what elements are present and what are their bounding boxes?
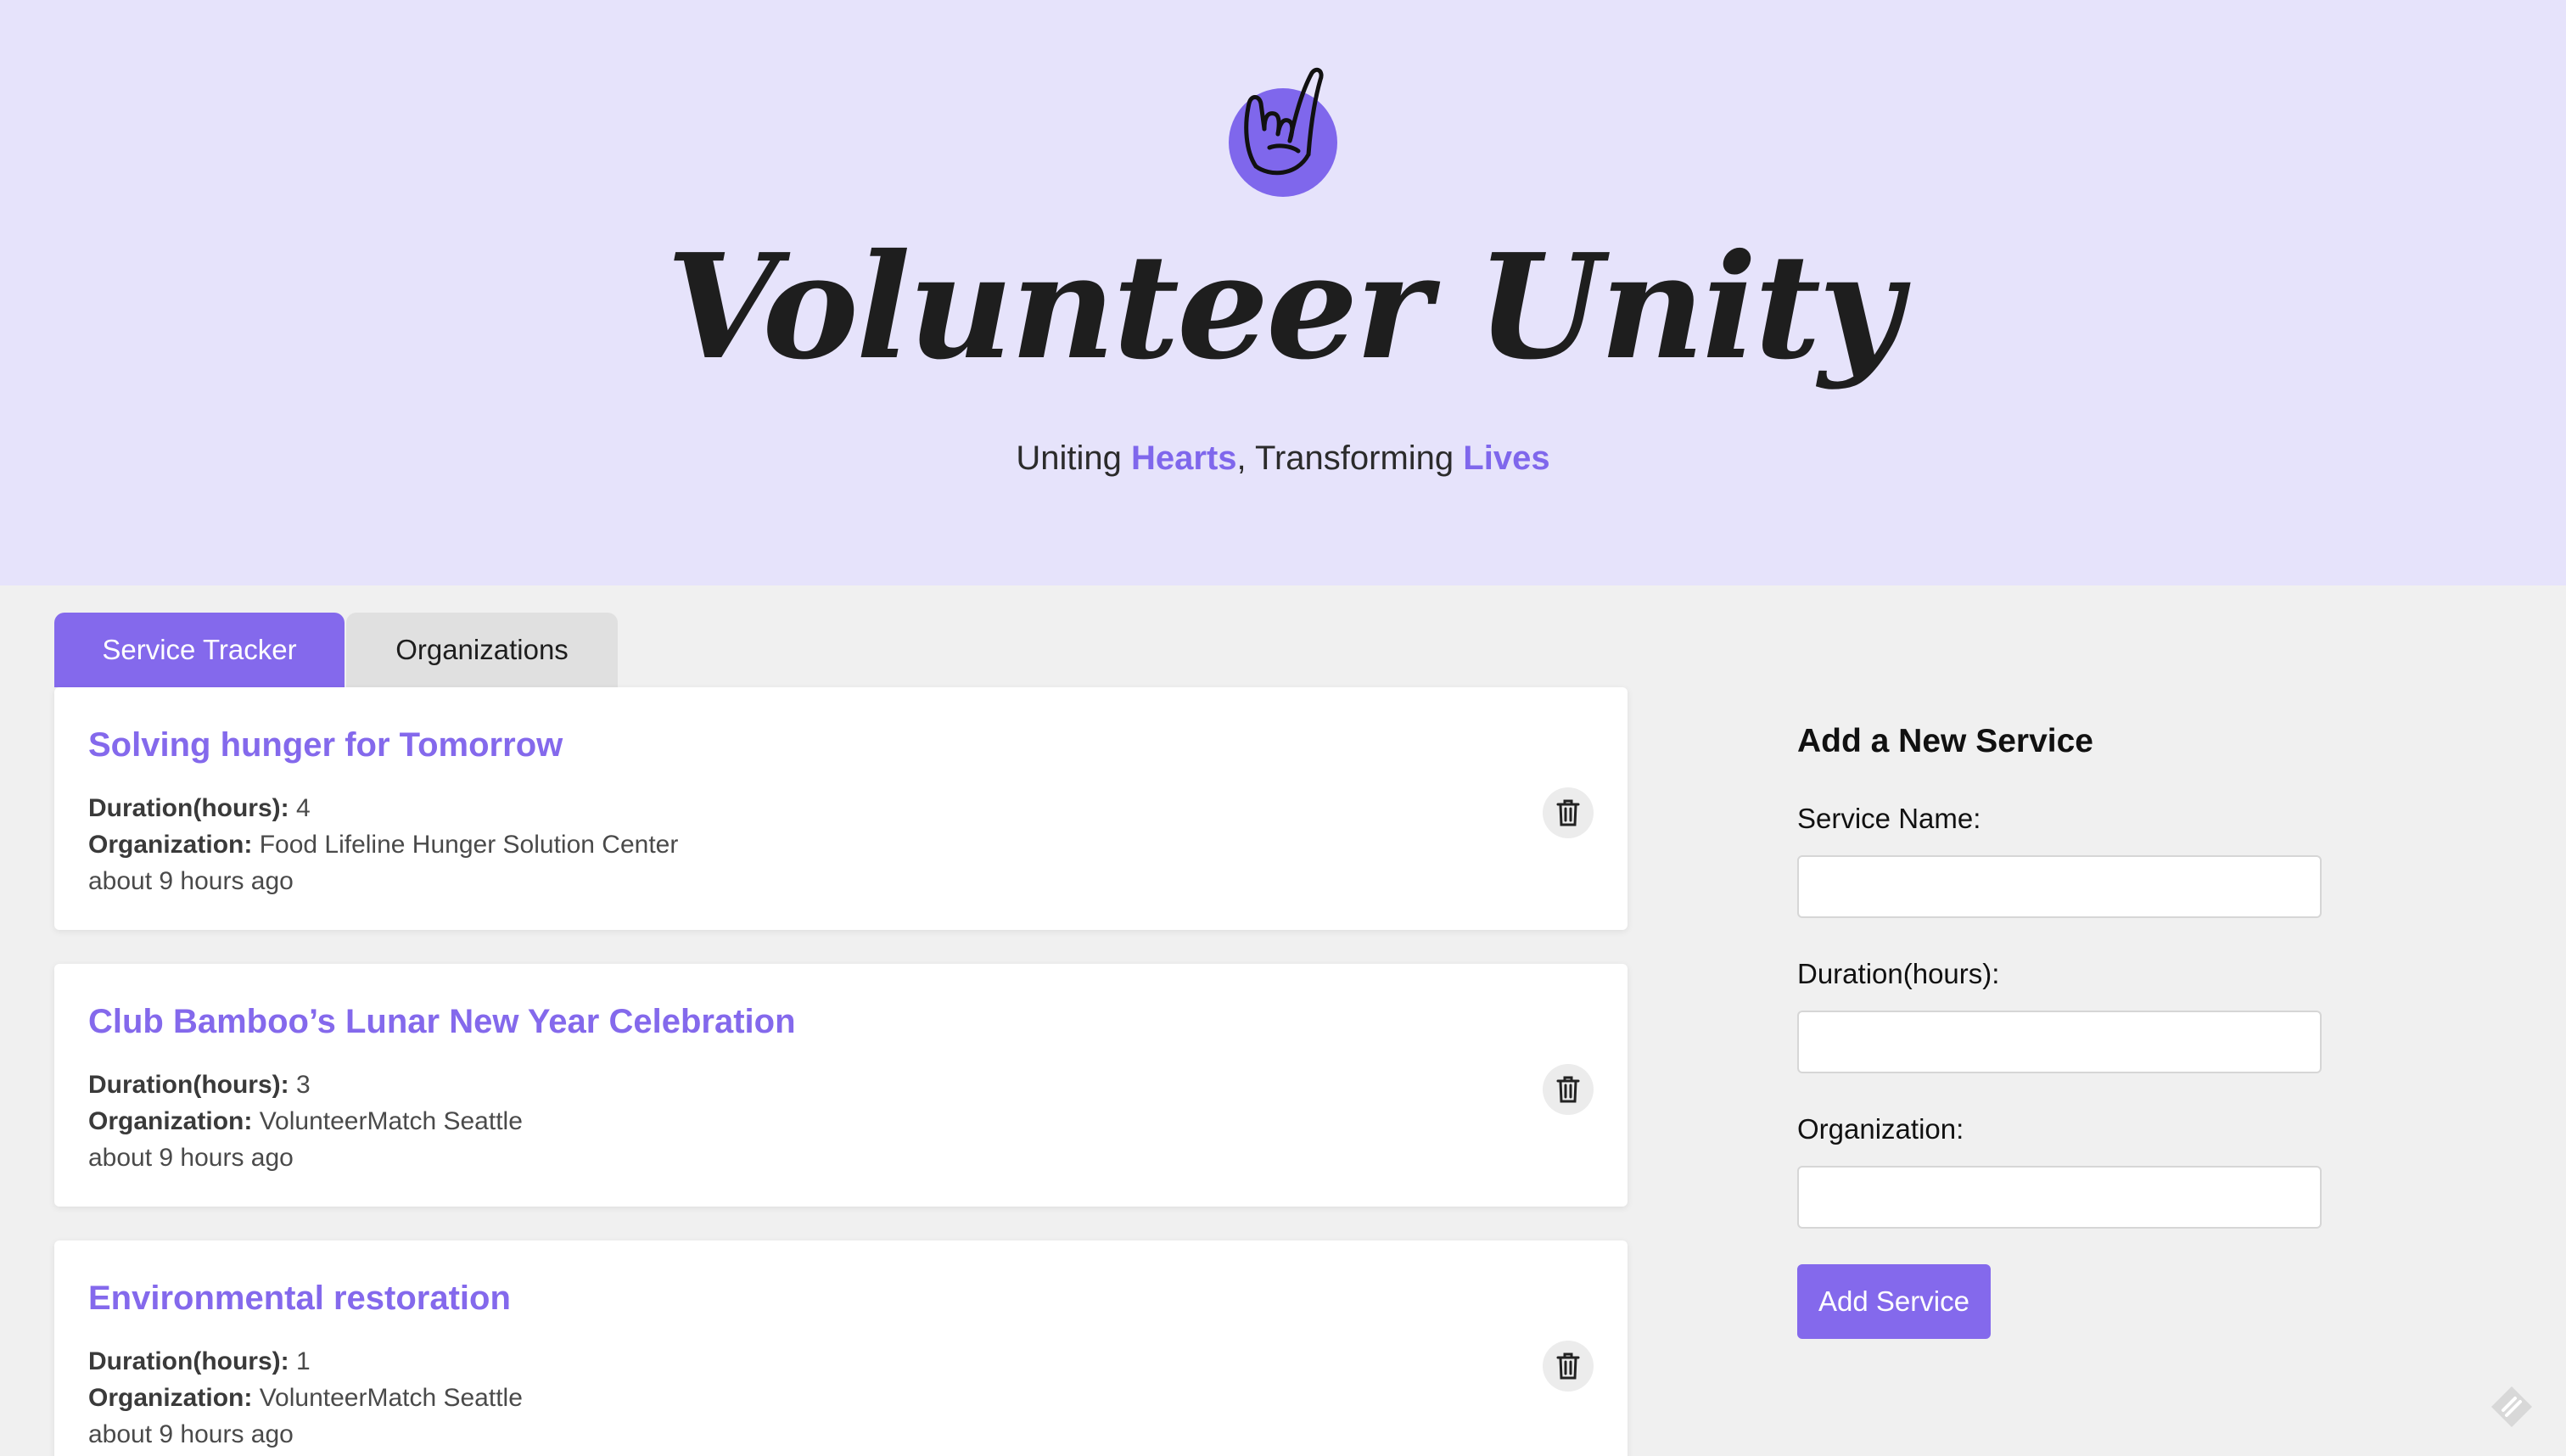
trash-icon: [1556, 799, 1580, 826]
service-duration: Duration(hours): 4: [88, 791, 311, 826]
organization-value: VolunteerMatch Seattle: [259, 1107, 523, 1135]
service-card: Solving hunger for Tomorrow Duration(hou…: [54, 687, 1628, 930]
tab-service-tracker[interactable]: Service Tracker: [54, 613, 345, 687]
trash-icon: [1556, 1352, 1580, 1380]
organization-label: Organization:: [1797, 1113, 1964, 1145]
service-title: Solving hunger for Tomorrow: [88, 726, 563, 764]
tagline-text-2: , Transforming: [1236, 440, 1464, 477]
tagline: Uniting Hearts, Transforming Lives: [0, 434, 2566, 482]
add-service-button[interactable]: Add Service: [1797, 1264, 1991, 1339]
duration-value: 3: [295, 1071, 311, 1099]
service-title: Club Bamboo’s Lunar New Year Celebration: [88, 1003, 796, 1040]
app-title: Volunteer Unity: [666, 222, 1902, 392]
service-organization: Organization: Food Lifeline Hunger Solut…: [88, 827, 678, 863]
hero-banner: Volunteer Unity Uniting Hearts, Transfor…: [0, 0, 2566, 585]
duration-value: 1: [295, 1347, 311, 1375]
duration-label: Duration(hours):: [1797, 958, 2000, 989]
service-duration: Duration(hours): 1: [88, 1344, 311, 1380]
service-name-label: Service Name:: [1797, 803, 1981, 834]
organization-value: VolunteerMatch Seattle: [259, 1384, 523, 1412]
tab-organizations[interactable]: Organizations: [346, 613, 618, 687]
service-timestamp: about 9 hours ago: [88, 867, 294, 895]
service-timestamp: about 9 hours ago: [88, 1420, 294, 1448]
organization-input[interactable]: [1797, 1166, 2322, 1229]
service-card: Club Bamboo’s Lunar New Year Celebration…: [54, 964, 1628, 1207]
duration-label: Duration(hours):: [88, 794, 289, 822]
service-duration: Duration(hours): 3: [88, 1067, 311, 1103]
duration-label: Duration(hours):: [88, 1347, 289, 1375]
service-organization: Organization: VolunteerMatch Seattle: [88, 1380, 523, 1416]
service-timestamp: about 9 hours ago: [88, 1144, 294, 1172]
edit-badge-icon[interactable]: [2486, 1381, 2537, 1432]
form-heading: Add a New Service: [1797, 723, 2093, 759]
duration-label: Duration(hours):: [88, 1071, 289, 1099]
delete-button[interactable]: [1543, 787, 1594, 838]
tagline-text-1: Uniting: [1016, 440, 1132, 477]
duration-input[interactable]: [1797, 1011, 2322, 1073]
trash-icon: [1556, 1076, 1580, 1103]
service-title: Environmental restoration: [88, 1280, 511, 1317]
delete-button[interactable]: [1543, 1064, 1594, 1115]
delete-button[interactable]: [1543, 1341, 1594, 1392]
organization-value: Food Lifeline Hunger Solution Center: [259, 831, 679, 859]
organization-label: Organization:: [88, 1384, 253, 1412]
organization-label: Organization:: [88, 831, 253, 859]
tagline-accent-hearts: Hearts: [1131, 440, 1237, 477]
service-card: Environmental restoration Duration(hours…: [54, 1240, 1628, 1456]
organization-label: Organization:: [88, 1107, 253, 1135]
service-organization: Organization: VolunteerMatch Seattle: [88, 1104, 523, 1140]
service-name-input[interactable]: [1797, 855, 2322, 918]
duration-value: 4: [295, 794, 311, 822]
tagline-accent-lives: Lives: [1463, 440, 1550, 477]
rock-hand-icon: [1229, 67, 1337, 197]
